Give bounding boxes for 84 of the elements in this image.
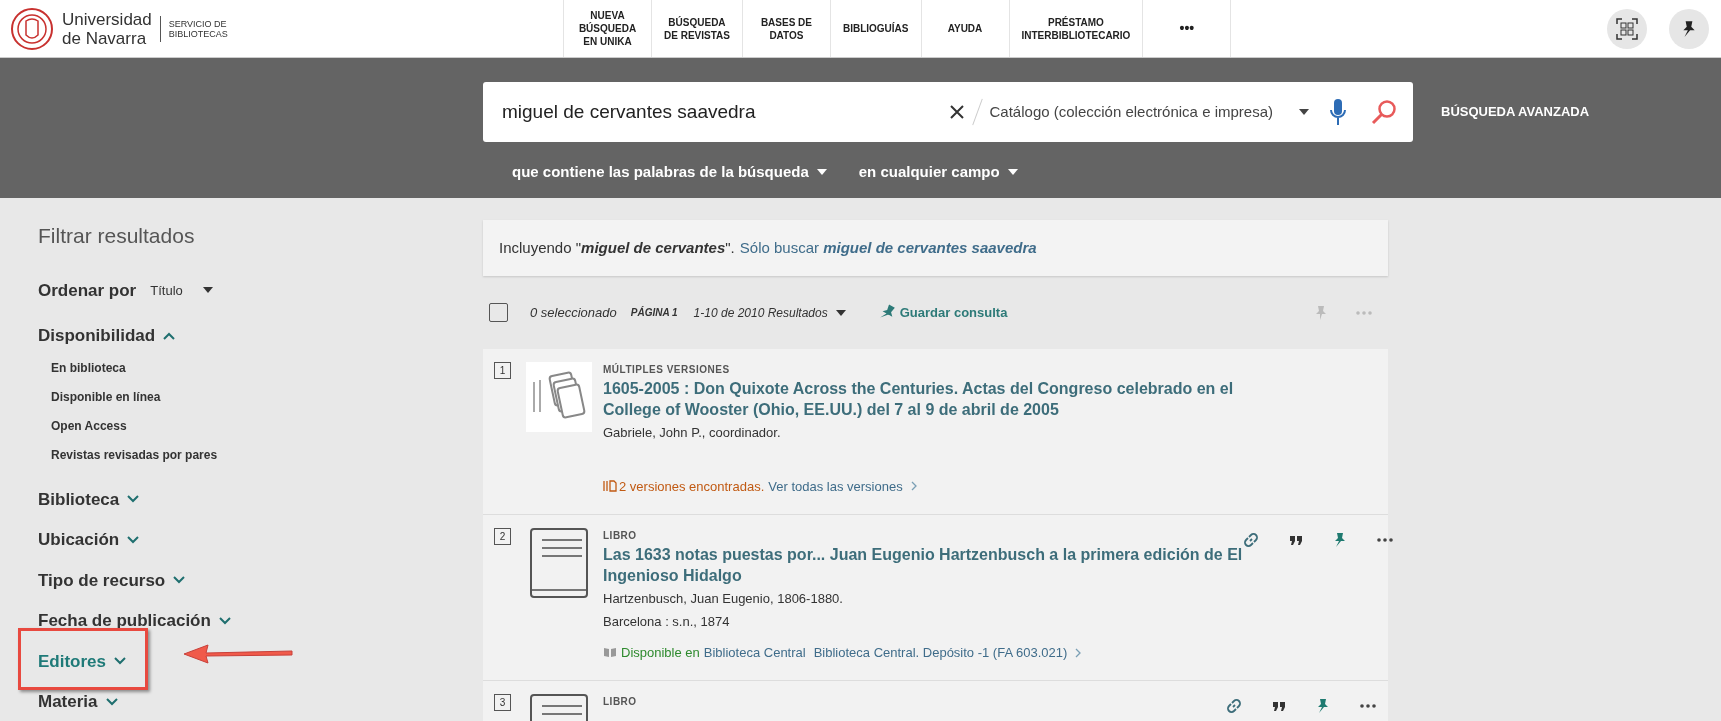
location-link[interactable]: Biblioteca Central. Depósito -1 (FA 603.021) [813,643,1082,663]
selected-count: 0 seleccionado [530,303,617,322]
sort-label: Ordenar por [38,279,137,302]
qr-code-icon [1616,17,1638,40]
availability-status: Disponible en [621,644,700,662]
advanced-search-link[interactable]: BÚSQUEDA AVANZADA [1441,102,1590,122]
pin-button[interactable] [1669,8,1709,49]
search-input[interactable]: miguel de cervantes saavedra [502,97,949,127]
facet-heading[interactable]: Tipo de recurso [38,567,186,593]
chevron-down-icon [218,616,231,625]
facet-heading[interactable]: Biblioteca [38,486,140,512]
resource-type: LIBRO [603,529,638,543]
library-name: Biblioteca Central [703,644,806,662]
filter-title: Filtrar resultados [38,223,196,249]
select-all-checkbox[interactable] [489,303,508,322]
clear-icon[interactable] [948,104,965,120]
page-label: PÁGINA 1 [630,305,678,320]
pin-icon [1681,19,1697,38]
scope-dropdown[interactable]: Catálogo (colección electrónica e impresa) [989,100,1309,124]
search-option-dropdown[interactable]: que contiene las palabras de la búsqueda [512,161,827,184]
sort-dropdown[interactable]: Título [150,280,213,300]
nav-item[interactable]: NUEVA BÚSQUEDA EN UNIKA [564,0,652,57]
result-title-link[interactable]: 1605-2005 : Don Quixote Across the Centuries. Actas del Congreso celebrado en el College of Wooster (Ohio, EE.UU.) del 7 al 9 de abril de 2005 [603,378,1243,420]
chevron-down-icon [173,576,186,585]
chevron-down-icon [127,495,140,504]
all-versions-link[interactable]: Ver todas las versiones [768,476,917,496]
nav-item[interactable]: BÚSQUEDA DE REVISTAS [652,0,743,57]
link-icon[interactable] [1226,698,1242,714]
facet-heading[interactable]: Fecha de publicación [38,608,231,634]
result-number: 3 [494,694,511,711]
chevron-right-icon [910,481,917,492]
result-number: 2 [494,528,511,545]
more-icon[interactable] [1360,704,1376,708]
facet-option[interactable]: Open Access [51,416,483,435]
quote-icon[interactable] [1272,700,1286,712]
caret-icon [1299,109,1309,115]
suggestion-text: Incluyendo "miguel de cervantes". [499,237,735,258]
search-option-dropdown[interactable]: en cualquier campo [858,161,1018,184]
result-detail: Barcelona : s.n., 1874 [603,612,731,631]
resource-type: LIBRO [603,695,638,709]
versions-status: 2 versiones encontradas. [619,477,765,496]
nav-item[interactable]: ••• [1143,0,1232,57]
chevron-up-icon [163,331,176,340]
caret-icon [202,287,213,294]
chevron-down-icon [105,697,118,706]
link-icon[interactable] [1243,532,1259,548]
search-bar[interactable]: miguel de cervantes saavedra Catálogo (colección electrónica e impresa) [483,82,1413,142]
university-name: Universidad de Navarra [62,9,152,48]
quote-icon[interactable] [1289,534,1303,546]
qr-code-button[interactable] [1607,8,1647,49]
nav-item[interactable]: BIBLIOGUÍAS [830,0,922,57]
facet-heading[interactable]: Materia [38,689,118,715]
pin-icon[interactable] [1316,698,1330,714]
versions-icon [603,480,617,493]
result-detail: Gabriele, John P., coordinador. [603,424,782,442]
resource-type: MÚLTIPLES VERSIONES [603,362,731,377]
pin-icon[interactable] [1333,532,1347,548]
facet-option[interactable]: Disponible en línea [51,387,483,406]
facet-option[interactable]: En biblioteca [51,358,483,377]
university-seal-icon [10,6,54,51]
chevron-down-icon [114,657,127,666]
search-icon[interactable] [1371,99,1397,125]
caret-icon [1007,169,1018,176]
chevron-down-icon [127,535,140,544]
save-query-button[interactable]: Guardar consulta [879,302,1008,323]
more-icon[interactable] [1377,538,1393,542]
result-detail: Hartzenbusch, Juan Eugenio, 1806-1880. [603,590,844,608]
library-service-name: SERVICIO DE BIBLIOTECAS [168,18,228,39]
results-range-dropdown[interactable]: 1-10 de 2010 Resultados [693,303,846,322]
nav-item[interactable]: AYUDA [921,0,1010,57]
result-number: 1 [494,362,511,379]
nav-item[interactable]: PRÉSTAMO INTERBIBLIOTECARIO [1009,0,1144,57]
facet-heading[interactable]: Editores [38,648,127,674]
book-open-icon [603,647,617,659]
result-title-link[interactable]: Las 1633 notas puestas por... Juan Eugenio Hartzenbusch a la primera edición de El Ingenioso Hidalgo [603,544,1243,586]
facet-option[interactable]: Revistas revisadas por pares [51,445,483,464]
chevron-right-icon [1075,647,1082,658]
facet-heading[interactable]: Disponibilidad [38,323,176,349]
search-only-link[interactable]: Sólo buscar miguel de cervantes saavedra [739,236,1037,260]
facet-heading[interactable]: Ubicación [38,527,140,553]
caret-icon [835,309,846,316]
caret-icon [816,169,827,176]
microphone-icon[interactable] [1329,98,1347,126]
nav-item[interactable]: BASES DE DATOS [742,0,831,57]
